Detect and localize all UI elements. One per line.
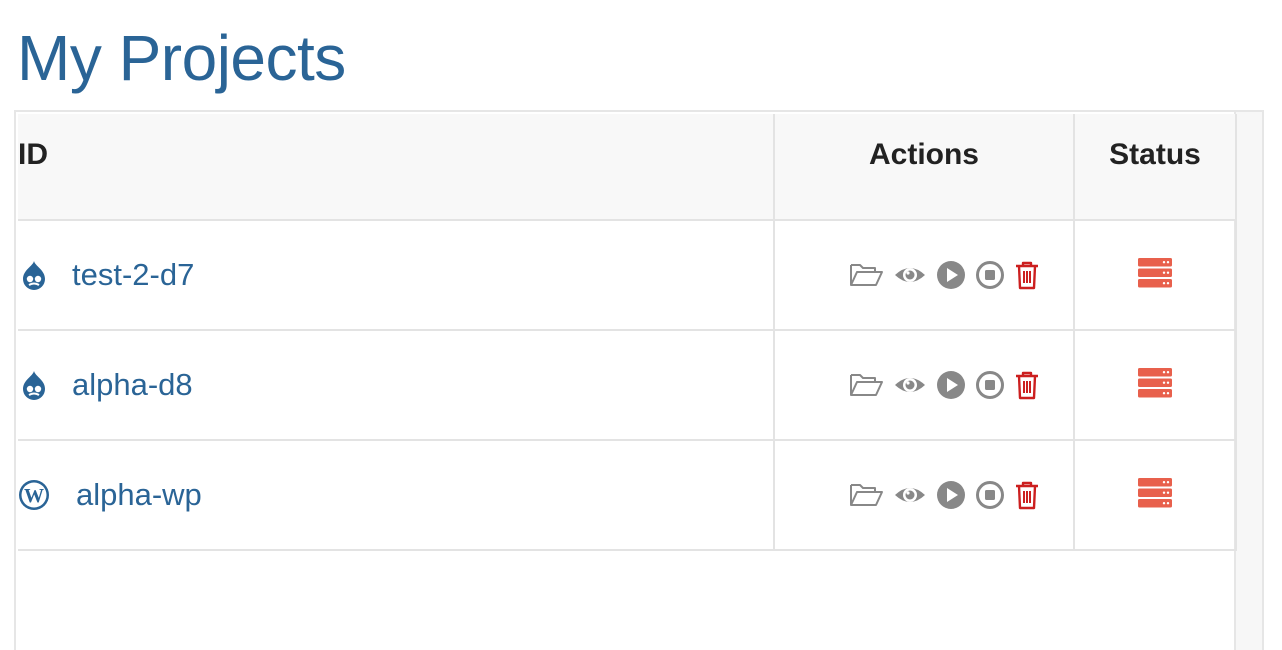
folder-open-icon[interactable] <box>848 481 884 509</box>
trash-icon[interactable] <box>1014 260 1040 290</box>
page-title: My Projects <box>17 22 346 94</box>
drupal-icon <box>18 259 50 291</box>
project-id-cell: alpha-d8 <box>18 329 775 441</box>
project-actions-cell <box>773 439 1075 551</box>
svg-text:W: W <box>24 485 44 507</box>
eye-icon[interactable] <box>893 481 927 509</box>
eye-icon[interactable] <box>893 261 927 289</box>
folder-open-icon[interactable] <box>848 371 884 399</box>
projects-table: ID Actions Status test-2-d7 alpha-d8 W a… <box>18 114 1237 551</box>
project-status-cell <box>1073 219 1237 331</box>
column-header-status: Status <box>1073 114 1237 221</box>
project-link[interactable]: alpha-d8 <box>72 367 193 403</box>
project-actions-cell <box>773 219 1075 331</box>
project-link[interactable]: test-2-d7 <box>72 257 194 293</box>
trash-icon[interactable] <box>1014 480 1040 510</box>
eye-icon[interactable] <box>893 371 927 399</box>
play-icon[interactable] <box>936 260 966 290</box>
scrollbar-track[interactable] <box>1234 112 1262 650</box>
project-actions-cell <box>773 329 1075 441</box>
play-icon[interactable] <box>936 480 966 510</box>
table-row: test-2-d7 <box>18 219 1237 331</box>
table-row: W alpha-wp <box>18 439 1237 551</box>
project-id-cell: test-2-d7 <box>18 219 775 331</box>
play-icon[interactable] <box>936 370 966 400</box>
folder-open-icon[interactable] <box>848 261 884 289</box>
server-stopped-icon <box>1137 367 1173 404</box>
stop-icon[interactable] <box>975 480 1005 510</box>
project-link[interactable]: alpha-wp <box>76 477 202 513</box>
stop-icon[interactable] <box>975 370 1005 400</box>
stop-icon[interactable] <box>975 260 1005 290</box>
table-row: alpha-d8 <box>18 329 1237 441</box>
drupal-icon <box>18 369 50 401</box>
project-status-cell <box>1073 439 1237 551</box>
wordpress-icon: W <box>18 479 50 511</box>
column-header-actions: Actions <box>773 114 1075 221</box>
project-id-cell: W alpha-wp <box>18 439 775 551</box>
server-stopped-icon <box>1137 257 1173 294</box>
table-header-row: ID Actions Status <box>18 114 1237 221</box>
column-header-id: ID <box>18 114 775 221</box>
projects-table-container: ID Actions Status test-2-d7 alpha-d8 W a… <box>14 110 1264 650</box>
trash-icon[interactable] <box>1014 370 1040 400</box>
project-status-cell <box>1073 329 1237 441</box>
server-stopped-icon <box>1137 477 1173 514</box>
